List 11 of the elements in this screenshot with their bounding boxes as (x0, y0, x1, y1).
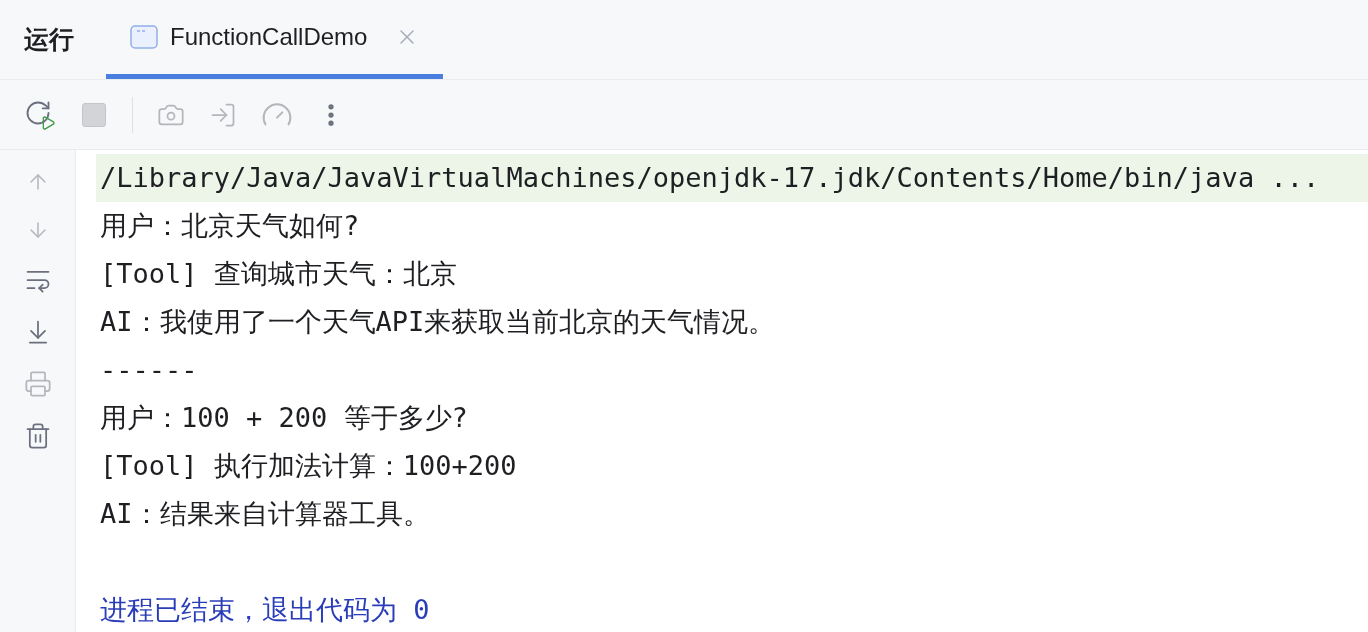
panel-title: 运行 (24, 23, 74, 55)
window-icon (130, 25, 158, 49)
console-line: ------ (100, 353, 199, 387)
console-line: 用户：100 + 200 等于多少? (100, 401, 469, 435)
console-line: [Tool] 执行加法计算：100+200 (100, 449, 518, 483)
tab-label: FunctionCallDemo (170, 22, 368, 52)
console-line: 用户：北京天气如何? (100, 209, 361, 243)
console-line: AI：我使用了一个天气API来获取当前北京的天气情况。 (100, 305, 777, 339)
console-line: AI：结果来自计算器工具。 (100, 497, 431, 531)
exit-message: 进程已结束，退出代码为 0 (100, 593, 431, 627)
console-line: [Tool] 查询城市天气：北京 (100, 257, 458, 291)
